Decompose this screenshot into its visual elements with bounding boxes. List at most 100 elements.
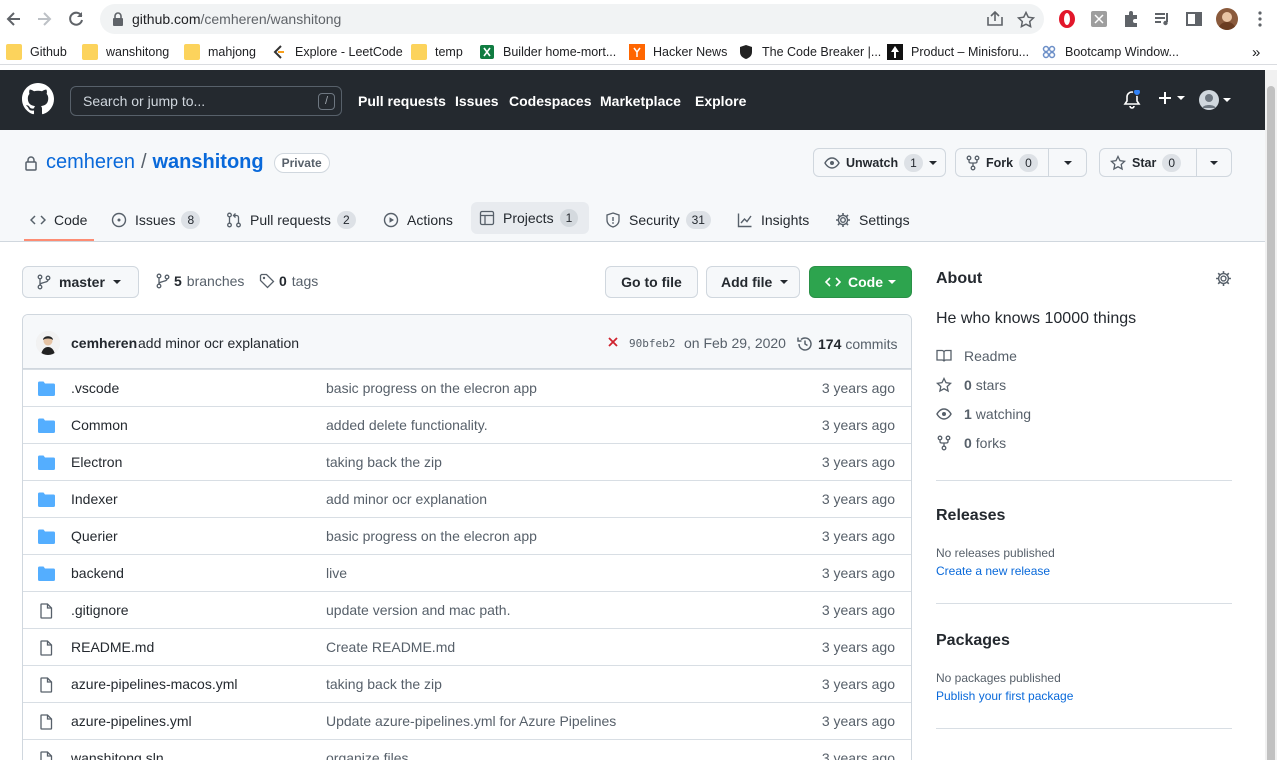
- file-commit-message-link[interactable]: taking back the zip: [326, 676, 442, 692]
- nav-explore[interactable]: Explore: [695, 93, 746, 109]
- repo-name-link[interactable]: wanshitong: [153, 151, 264, 174]
- commit-message[interactable]: add minor ocr explanation: [138, 335, 299, 351]
- commit-sha[interactable]: 90bfeb2: [629, 337, 675, 350]
- branches-link[interactable]: 5 branches: [156, 273, 244, 289]
- tab-actions[interactable]: Actions: [375, 206, 461, 234]
- github-logo-icon[interactable]: [22, 83, 54, 115]
- publish-package-link[interactable]: Publish your first package: [936, 689, 1073, 703]
- forks-link[interactable]: 0 forks: [936, 435, 1006, 451]
- file-commit-message-link[interactable]: basic progress on the elecron app: [326, 380, 537, 396]
- nav-issues[interactable]: Issues: [455, 93, 499, 109]
- tab-code[interactable]: Code: [22, 206, 95, 234]
- tab-settings[interactable]: Settings: [827, 206, 918, 234]
- gear-icon[interactable]: [1215, 270, 1232, 287]
- commit-author[interactable]: cemheren: [71, 335, 137, 351]
- side-panel-icon[interactable]: [1184, 9, 1204, 29]
- stars-link[interactable]: 0 stars: [936, 377, 1006, 393]
- media-icon[interactable]: [1152, 9, 1172, 29]
- file-commit-message-link[interactable]: live: [326, 565, 347, 581]
- tab-insights[interactable]: Insights: [729, 206, 817, 234]
- file-commit-message-link[interactable]: added delete functionality.: [326, 417, 488, 433]
- bookmarks-overflow-button[interactable]: »: [1252, 43, 1260, 61]
- releases-heading[interactable]: Releases: [936, 507, 1005, 525]
- branch-select[interactable]: master: [22, 266, 139, 298]
- opera-extension-icon[interactable]: [1057, 9, 1077, 29]
- file-name-link[interactable]: azure-pipelines-macos.yml: [71, 676, 238, 692]
- star-button[interactable]: Star 0: [1099, 148, 1232, 177]
- notifications-button[interactable]: [1123, 90, 1141, 110]
- file-name-link[interactable]: Querier: [71, 528, 118, 544]
- file-name-link[interactable]: Indexer: [71, 491, 118, 507]
- ci-failed-icon[interactable]: [607, 335, 619, 349]
- tags-link[interactable]: 0 tags: [259, 273, 318, 289]
- file-name-link[interactable]: Common: [71, 417, 128, 433]
- add-file-button[interactable]: Add file: [706, 266, 800, 298]
- file-icon: [40, 603, 53, 619]
- bookmark-code-breaker[interactable]: The Code Breaker |...: [738, 43, 881, 61]
- kebab-menu-icon[interactable]: [1250, 9, 1270, 29]
- github-header: Search or jump to... / Pull requests Iss…: [0, 70, 1265, 130]
- extension-icon[interactable]: [1089, 9, 1109, 29]
- file-commit-message-link[interactable]: taking back the zip: [326, 454, 442, 470]
- file-name-link[interactable]: Electron: [71, 454, 122, 470]
- packages-heading[interactable]: Packages: [936, 632, 1010, 650]
- avatar[interactable]: [36, 331, 60, 355]
- bookmark-temp[interactable]: temp: [411, 43, 463, 61]
- file-name-link[interactable]: azure-pipelines.yml: [71, 713, 192, 729]
- file-name-link[interactable]: .vscode: [71, 380, 119, 396]
- bookmark-leetcode[interactable]: Explore - LeetCode: [271, 43, 403, 61]
- file-commit-message-link[interactable]: organize files: [326, 750, 409, 760]
- bell-icon: [1123, 90, 1141, 109]
- readme-link[interactable]: Readme: [936, 348, 1017, 364]
- address-bar[interactable]: github.com/cemheren/wanshitong: [100, 4, 1044, 34]
- search-input[interactable]: Search or jump to... /: [70, 86, 342, 116]
- file-commit-message-link[interactable]: update version and mac path.: [326, 602, 510, 618]
- file-name-link[interactable]: backend: [71, 565, 124, 581]
- profile-avatar[interactable]: [1216, 8, 1238, 30]
- file-commit-message-link[interactable]: Create README.md: [326, 639, 455, 655]
- bookmark-builder[interactable]: Builder home-mort...: [479, 43, 616, 61]
- file-commit-message-link[interactable]: Update azure-pipelines.yml for Azure Pip…: [326, 713, 616, 729]
- file-name-link[interactable]: .gitignore: [71, 602, 129, 618]
- create-release-link[interactable]: Create a new release: [936, 564, 1050, 578]
- file-name-link[interactable]: wanshitong.sln: [71, 750, 164, 760]
- fork-button[interactable]: Fork 0: [955, 148, 1087, 177]
- bookmark-github[interactable]: Github: [6, 43, 67, 61]
- nav-pull-requests[interactable]: Pull requests: [358, 93, 446, 109]
- nav-marketplace[interactable]: Marketplace: [600, 93, 681, 109]
- scrollbar-thumb[interactable]: [1267, 86, 1275, 760]
- file-commit-message-link[interactable]: add minor ocr explanation: [326, 491, 487, 507]
- page-scrollbar[interactable]: [1265, 70, 1277, 760]
- folder-icon: [38, 381, 55, 396]
- file-name-link[interactable]: README.md: [71, 639, 154, 655]
- repo-owner-link[interactable]: cemheren: [46, 151, 135, 174]
- tab-projects[interactable]: Projects 1: [471, 202, 589, 234]
- tab-security[interactable]: Security 31: [597, 206, 719, 234]
- back-button[interactable]: [4, 9, 24, 29]
- puzzle-icon[interactable]: [1121, 9, 1141, 29]
- tab-pull-requests[interactable]: Pull requests 2: [218, 206, 364, 234]
- bookmark-minisforum[interactable]: Product – Minisforu...: [887, 43, 1029, 61]
- go-to-file-button[interactable]: Go to file: [605, 266, 698, 298]
- fork-dropdown[interactable]: [1048, 149, 1086, 176]
- user-menu-button[interactable]: [1199, 90, 1231, 110]
- tab-issues[interactable]: Issues 8: [103, 206, 208, 234]
- bookmark-wanshitong[interactable]: wanshitong: [82, 43, 169, 61]
- star-dropdown[interactable]: [1196, 149, 1231, 176]
- forward-button[interactable]: [34, 9, 54, 29]
- commits-history-link[interactable]: 174 commits: [796, 335, 897, 353]
- nav-codespaces[interactable]: Codespaces: [509, 93, 591, 109]
- share-icon[interactable]: [986, 11, 1004, 27]
- code-button[interactable]: Code: [809, 266, 912, 298]
- table-row: .vscode basic progress on the elecron app…: [23, 369, 911, 406]
- bookmark-mahjong[interactable]: mahjong: [184, 43, 256, 61]
- table-row: Common added delete functionality. 3 years…: [23, 406, 911, 443]
- watching-link[interactable]: 1 watching: [936, 406, 1031, 422]
- bookmark-star-icon[interactable]: [1017, 11, 1035, 29]
- bookmark-bootcamp[interactable]: Bootcamp Window...: [1041, 43, 1179, 61]
- bookmark-hacker-news[interactable]: Hacker News: [629, 43, 727, 61]
- file-commit-message-link[interactable]: basic progress on the elecron app: [326, 528, 537, 544]
- create-new-button[interactable]: [1157, 90, 1185, 106]
- reload-button[interactable]: [66, 9, 86, 29]
- watch-button[interactable]: Unwatch 1: [813, 148, 946, 177]
